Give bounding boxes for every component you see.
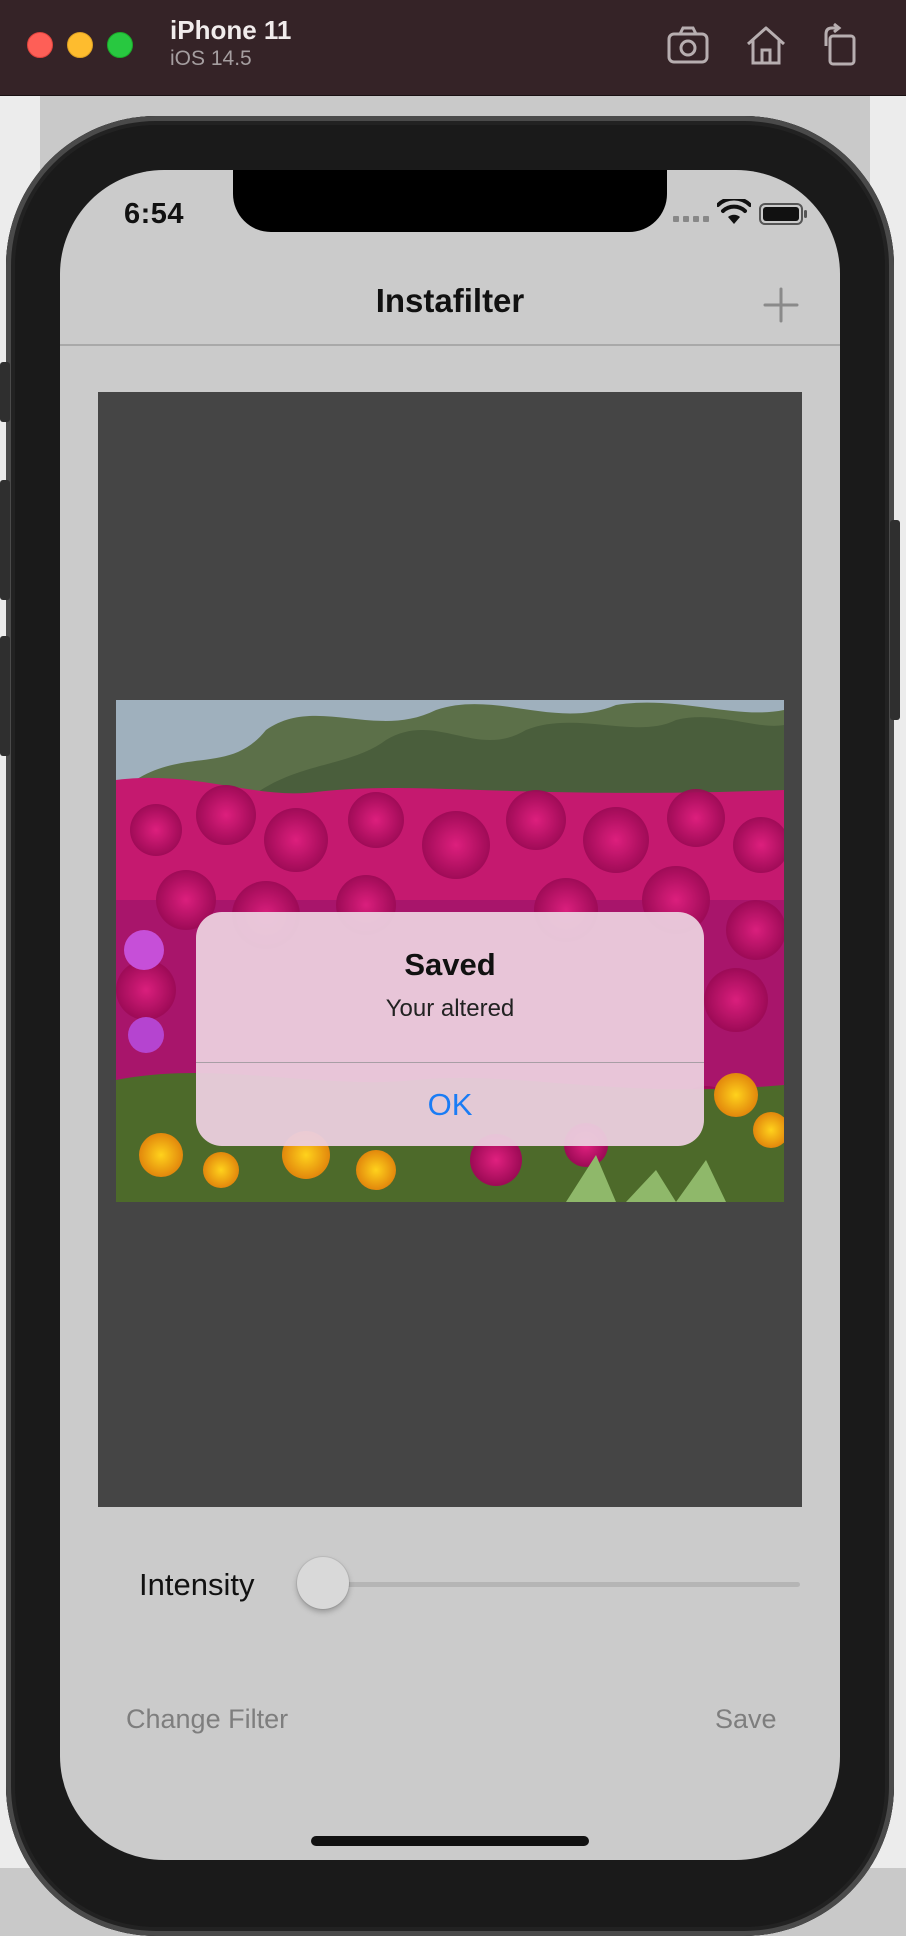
status-time: 6:54 <box>124 198 185 230</box>
volume-up-button <box>0 480 10 600</box>
alert-title: Saved <box>404 947 496 982</box>
close-window-button[interactable] <box>27 32 53 58</box>
plus-icon[interactable] <box>763 287 799 323</box>
minimize-window-button[interactable] <box>67 32 93 58</box>
device-os-version: iOS 14.5 <box>170 47 252 70</box>
alert-message: Your altered <box>385 995 515 1022</box>
home-icon[interactable] <box>742 22 790 70</box>
wifi-icon <box>717 199 751 224</box>
nav-title: Instafilter <box>375 282 525 319</box>
simulator-titlebar: iPhone 11 iOS 14.5 <box>0 0 906 96</box>
notch <box>233 170 667 232</box>
intensity-slider-thumb[interactable] <box>297 1557 349 1609</box>
volume-down-button <box>0 636 10 756</box>
power-button <box>890 520 900 720</box>
device-name: iPhone 11 <box>170 15 292 45</box>
save-button[interactable]: Save <box>715 1704 777 1735</box>
maximize-window-button[interactable] <box>107 32 133 58</box>
screenshot-icon[interactable] <box>664 22 712 70</box>
battery-icon <box>759 203 807 225</box>
saved-alert: Saved Your altered OK <box>196 912 704 1146</box>
mute-switch <box>0 362 10 422</box>
rotate-icon[interactable] <box>816 22 864 70</box>
home-indicator <box>311 1836 589 1846</box>
phone-screen: Instafilter 6:54 Saved Your altered OK I… <box>60 170 840 1860</box>
alert-ok-button[interactable]: OK <box>196 1063 704 1146</box>
intensity-slider[interactable] <box>300 1582 800 1587</box>
intensity-label: Intensity <box>139 1567 255 1602</box>
signal-icon <box>673 216 709 222</box>
change-filter-button[interactable]: Change Filter <box>126 1704 288 1735</box>
